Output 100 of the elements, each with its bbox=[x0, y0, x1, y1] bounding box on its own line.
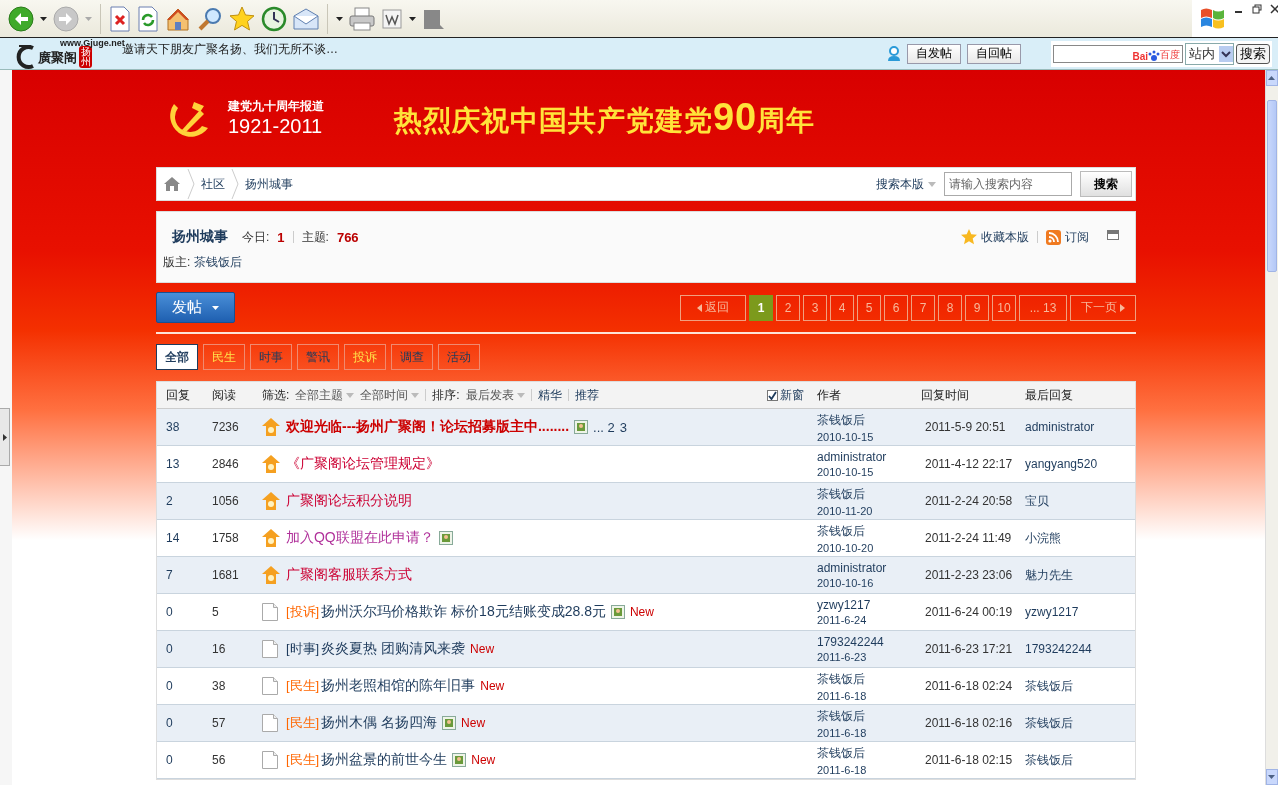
last-replier-link[interactable]: 魅力先生 bbox=[1025, 566, 1135, 584]
topic-title-link[interactable]: 扬州老照相馆的陈年旧事 bbox=[321, 677, 476, 695]
search-icon[interactable] bbox=[197, 5, 223, 32]
author-link[interactable]: administrator bbox=[817, 450, 921, 464]
reply-time: 2011-6-18 02:24 bbox=[924, 679, 1014, 693]
search-button[interactable]: 搜索 bbox=[1236, 43, 1270, 64]
last-replier-link[interactable]: 茶钱饭后 bbox=[1025, 677, 1135, 695]
scroll-up-icon[interactable] bbox=[1268, 76, 1276, 80]
history-icon[interactable] bbox=[261, 5, 287, 32]
author-link[interactable]: yzwy1217 bbox=[817, 598, 921, 612]
view-count: 1681 bbox=[212, 568, 240, 582]
search-scope-dropdown[interactable]: 搜索本版 bbox=[876, 175, 936, 193]
back-icon[interactable] bbox=[8, 5, 34, 32]
user-icon bbox=[887, 45, 901, 62]
print-icon[interactable] bbox=[349, 6, 375, 31]
scroll-down-button[interactable] bbox=[1266, 769, 1278, 785]
filter-link[interactable]: 推荐 bbox=[574, 386, 599, 404]
page-link[interactable]: 3 bbox=[619, 419, 627, 435]
banner-headline: 热烈庆祝中国共产党建党90周年 bbox=[394, 95, 816, 140]
word-document-icon[interactable] bbox=[381, 7, 403, 30]
topic-title-link[interactable]: 炎炎夏热 团购清风来袭 bbox=[321, 640, 466, 658]
restore-icon[interactable] bbox=[1252, 4, 1262, 14]
filter-label: 筛选: bbox=[262, 386, 290, 404]
toolbar-button[interactable]: 自发帖 bbox=[907, 43, 961, 64]
topic-title-link[interactable]: 广聚阁客服联系方式 bbox=[286, 566, 412, 584]
search-field[interactable]: 请输入搜索内容 bbox=[944, 172, 1072, 196]
filter-tab[interactable]: 全部 bbox=[156, 344, 198, 370]
home-icon[interactable] bbox=[163, 176, 181, 192]
filter-dropdown[interactable]: 全部主题 bbox=[295, 386, 355, 404]
new-label: New bbox=[480, 679, 505, 693]
topic-tag[interactable]: [时事] bbox=[286, 640, 320, 658]
checkmark-icon bbox=[768, 390, 777, 400]
author-link[interactable]: 茶钱饭后 bbox=[817, 522, 921, 540]
moderator-link[interactable]: 茶钱饭后 bbox=[193, 255, 242, 269]
post-date: 2010-10-20 bbox=[817, 541, 875, 554]
new-label: New bbox=[461, 716, 486, 730]
mail-icon[interactable] bbox=[293, 7, 319, 30]
last-replier-link[interactable]: 宝贝 bbox=[1025, 492, 1135, 510]
topic-title-link[interactable]: 《广聚阁论坛管理规定》 bbox=[286, 455, 440, 473]
last-replier-link[interactable]: 1793242244 bbox=[1025, 642, 1135, 656]
search-button[interactable]: 搜索 bbox=[1080, 171, 1132, 197]
last-replier-link[interactable]: 茶钱饭后 bbox=[1025, 714, 1135, 732]
column-header: 最后回复 bbox=[1025, 386, 1074, 404]
view-count: 1056 bbox=[212, 494, 240, 508]
new-window-checkbox[interactable]: 新窗 bbox=[767, 386, 817, 404]
filter-dropdown[interactable]: 全部时间 bbox=[360, 386, 420, 404]
author-link[interactable]: 茶钱饭后 bbox=[817, 744, 921, 762]
post-date: 2011-6-24 bbox=[817, 614, 868, 626]
author-link[interactable]: 茶钱饭后 bbox=[817, 707, 921, 725]
last-replier-link[interactable]: administrator bbox=[1025, 420, 1135, 434]
toolbar-button[interactable]: 自回帖 bbox=[967, 43, 1021, 64]
breadcrumb-link[interactable]: 社区 bbox=[201, 175, 225, 193]
star-icon[interactable] bbox=[229, 5, 255, 32]
scrollbar-thumb[interactable] bbox=[1267, 100, 1277, 272]
dropdown-caret-icon[interactable] bbox=[409, 16, 416, 21]
filter-dropdown[interactable]: 最后发表 bbox=[465, 386, 525, 404]
new-label: New bbox=[629, 605, 654, 619]
dropdown-caret-icon[interactable] bbox=[40, 16, 47, 21]
search-field[interactable]: Bai 百度 bbox=[1053, 44, 1183, 63]
author-link[interactable]: 茶钱饭后 bbox=[817, 411, 921, 429]
topic-title-link[interactable]: 扬州沃尔玛价格欺诈 标价18元结账变成28.8元 bbox=[321, 603, 606, 621]
topic-title-link[interactable]: 扬州木偶 名扬四海 bbox=[321, 714, 438, 732]
forum-action-link[interactable]: 订阅 bbox=[1046, 228, 1089, 246]
scope-select[interactable]: 站内 bbox=[1185, 42, 1234, 65]
scroll-down-icon[interactable] bbox=[1268, 775, 1276, 779]
reply-count: 14 bbox=[166, 531, 181, 545]
topic-title-link[interactable]: 欢迎光临---扬州广聚阁！论坛招募版主中........ bbox=[286, 418, 570, 436]
close-icon[interactable] bbox=[1270, 4, 1278, 14]
post-date: 2010-11-20 bbox=[817, 504, 874, 517]
side-panel-handle[interactable] bbox=[0, 408, 10, 466]
filter-link[interactable]: 精华 bbox=[537, 386, 562, 404]
last-replier-link[interactable]: 茶钱饭后 bbox=[1025, 751, 1135, 769]
topic-title-link[interactable]: 加入QQ联盟在此申请？ bbox=[286, 529, 434, 547]
last-replier-link[interactable]: yangyang520 bbox=[1025, 457, 1135, 471]
collapse-icon[interactable] bbox=[1107, 230, 1119, 240]
column-header: 阅读 bbox=[212, 386, 237, 404]
new-label: New bbox=[471, 753, 496, 767]
scrollbar[interactable] bbox=[1265, 70, 1278, 785]
page-link[interactable]: ... 2 bbox=[593, 419, 615, 435]
topic-title-link[interactable]: 扬州盆景的前世今生 bbox=[321, 751, 448, 769]
topic-title-link[interactable]: 广聚阁论坛积分说明 bbox=[286, 492, 412, 510]
scroll-up-button[interactable] bbox=[1266, 70, 1278, 86]
new-post-button[interactable]: 发帖 bbox=[156, 292, 235, 323]
last-replier-link[interactable]: 小浣熊 bbox=[1025, 529, 1135, 547]
forward-icon[interactable] bbox=[53, 5, 79, 32]
reply-count: 7 bbox=[166, 568, 174, 582]
banner-subtitle: 建党九十周年报道 bbox=[228, 97, 324, 115]
dropdown-caret-icon[interactable] bbox=[336, 16, 343, 21]
author-link[interactable]: 茶钱饭后 bbox=[817, 670, 921, 688]
post-date: 2011-6-18 bbox=[817, 689, 868, 702]
forum-action-link[interactable]: 收藏本版 bbox=[961, 228, 1029, 246]
author-link[interactable]: 茶钱饭后 bbox=[817, 485, 921, 503]
author-link[interactable]: 1793242244 bbox=[817, 635, 921, 649]
last-replier-link[interactable]: yzwy1217 bbox=[1025, 605, 1135, 619]
stop-icon[interactable] bbox=[109, 5, 131, 32]
refresh-icon[interactable] bbox=[137, 5, 159, 32]
breadcrumb-link[interactable]: 扬州城事 bbox=[245, 175, 293, 193]
author-link[interactable]: administrator bbox=[817, 561, 921, 575]
rss-icon bbox=[1046, 229, 1061, 245]
post-date: 2010-10-15 bbox=[817, 430, 875, 443]
